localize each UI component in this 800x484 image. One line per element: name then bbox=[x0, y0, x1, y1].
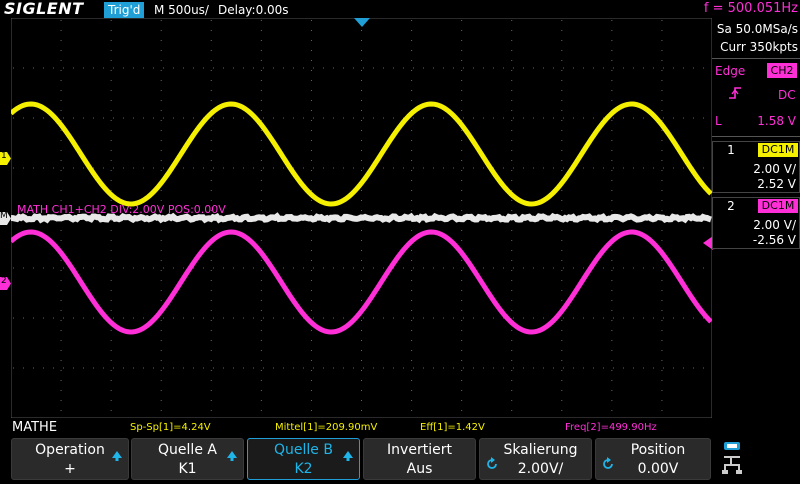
ch2-offset: -2.56 V bbox=[752, 233, 796, 247]
ch1-offset-marker[interactable]: 1 bbox=[0, 150, 11, 165]
math-offset-marker[interactable]: M bbox=[0, 210, 11, 225]
softkey-label: Invertiert bbox=[387, 442, 452, 458]
measurement-frequency: Freq[2]=499.90Hz bbox=[565, 422, 657, 433]
softkey-label: Operation bbox=[35, 442, 105, 458]
softkey-scale[interactable]: Skalierung 2.00V/ bbox=[479, 438, 592, 480]
softkey-position[interactable]: Position 0.00V bbox=[595, 438, 711, 480]
softkey-label: Position bbox=[630, 442, 686, 458]
ch1-coupling-badge: DC1M bbox=[758, 143, 798, 157]
trigger-status-badge: Trig'd bbox=[104, 2, 145, 18]
ch2-scale: 2.00 V/ bbox=[753, 218, 796, 232]
softkey-source-a[interactable]: Quelle A K1 bbox=[131, 438, 244, 480]
menu-title: MATHE bbox=[12, 420, 58, 435]
softkey-value: K2 bbox=[294, 461, 313, 477]
trigger-type: Edge bbox=[715, 64, 746, 78]
softkey-value: K1 bbox=[178, 461, 197, 477]
measurement-pk-pk: Sp-Sp[1]=4.24V bbox=[130, 422, 211, 433]
softkey-invert[interactable]: Invertiert Aus bbox=[363, 438, 476, 480]
trigger-level-label: L bbox=[715, 114, 722, 128]
softkey-value: + bbox=[64, 461, 76, 477]
trigger-level: 1.58 V bbox=[757, 114, 796, 128]
softkey-value: 2.00V/ bbox=[517, 461, 564, 477]
softkey-source-b[interactable]: Quelle B K2 bbox=[247, 438, 360, 480]
ch1-scale: 2.00 V/ bbox=[753, 162, 796, 176]
arrow-up-icon bbox=[227, 451, 237, 461]
sample-rate: Sa 50.0MSa/s bbox=[716, 22, 798, 36]
frequency-counter: f = 500.051Hz bbox=[703, 1, 798, 16]
trigger-coupling: DC bbox=[778, 88, 796, 102]
divider bbox=[712, 136, 800, 137]
ch1-marker-label: 1 bbox=[1, 151, 7, 161]
memory-depth: Curr 350kpts bbox=[720, 40, 798, 54]
measurement-mean: Mittel[1]=209.90mV bbox=[275, 422, 378, 433]
softkey-value: 0.00V bbox=[637, 461, 679, 477]
trigger-position-marker[interactable] bbox=[354, 18, 370, 28]
ch1-offset: 2.52 V bbox=[757, 177, 796, 191]
ch2-offset-marker[interactable]: 2 bbox=[0, 275, 11, 290]
ch1-number: 1 bbox=[727, 143, 735, 157]
arrow-up-icon bbox=[112, 451, 122, 461]
trigger-source-badge: CH2 bbox=[767, 63, 797, 78]
math-marker-label: M bbox=[0, 211, 8, 221]
status-icons bbox=[722, 440, 798, 480]
softkey-value: Aus bbox=[406, 461, 433, 477]
waveform-display[interactable]: MATH CH1+CH2 DIV:2.00V POS:0.00V bbox=[11, 18, 712, 418]
measurement-rms: Eff[1]=1.42V bbox=[420, 422, 485, 433]
math-trace bbox=[11, 212, 712, 224]
rising-edge-icon bbox=[729, 87, 741, 99]
ch2-marker-label: 2 bbox=[1, 276, 7, 286]
usb-network-icon bbox=[722, 442, 742, 474]
ch2-coupling-badge: DC1M bbox=[758, 199, 798, 213]
brand-logo: SIGLENT bbox=[4, 0, 84, 18]
arrow-up-icon bbox=[343, 451, 353, 461]
timebase-readout: M 500us/ bbox=[154, 3, 209, 17]
delay-readout: Delay:0.00s bbox=[218, 3, 289, 17]
ch2-number: 2 bbox=[727, 199, 735, 213]
softkey-operation[interactable]: Operation + bbox=[11, 438, 129, 480]
softkey-label: Skalierung bbox=[503, 442, 578, 458]
